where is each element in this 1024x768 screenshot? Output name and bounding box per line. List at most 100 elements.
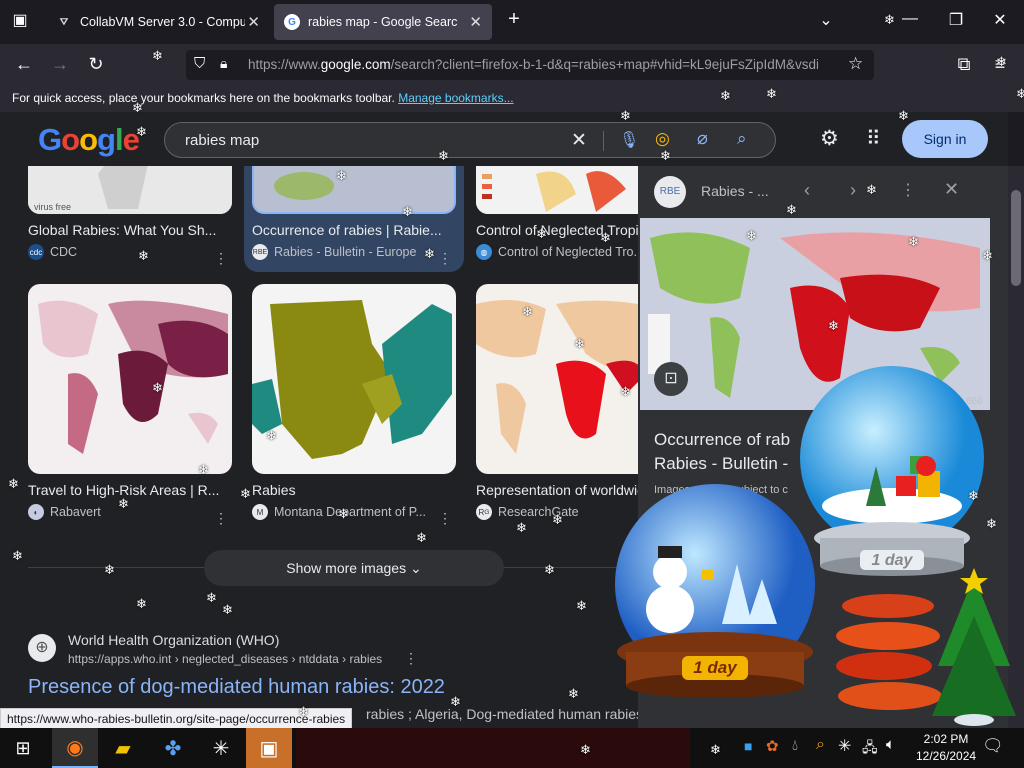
apps-grid-icon[interactable]: ⠿ bbox=[866, 126, 881, 151]
lock-icon[interactable]: 🔒︎ bbox=[220, 55, 227, 72]
lens-search-icon[interactable]: ◎ bbox=[655, 129, 670, 149]
search-icon[interactable]: ⌕ bbox=[737, 129, 747, 149]
settings-gear-icon[interactable]: ⚙ bbox=[820, 126, 839, 151]
list-tabs-icon[interactable]: ⌄ bbox=[814, 10, 838, 30]
image-card-selected[interactable]: Occurrence of rabies | Rabie... RBE Rabie… bbox=[252, 166, 456, 266]
notifications-icon[interactable]: 🗨︎ bbox=[982, 736, 1004, 756]
clock-date: 12/26/2024 bbox=[916, 749, 977, 763]
url-bar[interactable]: ⛉ 🔒︎ https://www.google.com/search?clien… bbox=[186, 50, 874, 80]
card-source: RBE Rabies - Bulletin - Europe bbox=[252, 244, 417, 260]
google-logo[interactable]: Google bbox=[38, 122, 140, 158]
world-map-thumbnail: virus free bbox=[28, 166, 232, 214]
extensions-icon[interactable]: ⧉ bbox=[952, 54, 976, 75]
menu-icon[interactable]: ≡ bbox=[988, 54, 1012, 75]
url-text: https://www.google.com/search?client=fir… bbox=[248, 57, 818, 72]
firefox-taskbar-icon[interactable]: ◉ bbox=[52, 728, 98, 768]
network-icon[interactable]: 🖧︎ bbox=[862, 737, 878, 761]
show-more-images-button[interactable]: Show more images ⌄ bbox=[204, 550, 504, 586]
back-icon[interactable]: ← bbox=[12, 54, 36, 75]
active-app-icon[interactable]: ▣ bbox=[246, 728, 292, 768]
result-title-link[interactable]: Presence of dog-mediated human rabies: 2… bbox=[28, 676, 445, 699]
card-title: Rabies bbox=[252, 482, 296, 498]
navigation-bar: ← → ↻ ⛉ 🔒︎ https://www.google.com/search… bbox=[0, 44, 1024, 86]
montana-icon: M bbox=[252, 504, 268, 520]
forward-icon[interactable]: → bbox=[48, 54, 72, 75]
next-icon[interactable]: › bbox=[850, 180, 856, 201]
panel-title-line1[interactable]: Occurrence of rab bbox=[654, 430, 790, 450]
firefox-view-icon[interactable]: ▣ bbox=[8, 10, 32, 30]
image-card[interactable]: virus free Global Rabies: What You Sh...… bbox=[28, 166, 232, 266]
tray-blue-square-icon[interactable]: ■ bbox=[744, 738, 752, 754]
card-source: M Montana Department of P... bbox=[252, 504, 456, 520]
panel-more-icon[interactable]: ⋮ bbox=[900, 180, 916, 200]
bookmarks-hint: For quick access, place your bookmarks h… bbox=[12, 91, 395, 105]
close-tab-icon[interactable]: ✕ bbox=[247, 13, 260, 31]
tab-collabvm[interactable]: ⛛ CollabVM Server 3.0 - Compute ✕ bbox=[46, 4, 270, 40]
result-snippet: rabies ; Algeria, Dog-mediated human rab… bbox=[366, 706, 644, 722]
scrollbar-thumb[interactable] bbox=[1011, 190, 1021, 286]
image-thumbnail[interactable]: virus free bbox=[28, 166, 232, 214]
christmas-tree-graphic bbox=[836, 568, 1016, 726]
more-options-icon[interactable]: ⋮ bbox=[214, 510, 228, 527]
chevron-down-icon: ⌄ bbox=[409, 560, 422, 576]
result-url: https://apps.who.int › neglected_disease… bbox=[68, 652, 383, 666]
close-tab-icon[interactable]: ✕ bbox=[469, 13, 482, 31]
close-panel-icon[interactable]: ✕ bbox=[944, 179, 959, 200]
new-tab-icon[interactable]: + bbox=[502, 8, 526, 31]
volume-icon[interactable]: 🔈︎ bbox=[886, 736, 895, 753]
minimize-icon[interactable]: — bbox=[898, 10, 922, 28]
starburst-app-icon[interactable]: ✳ bbox=[198, 728, 244, 768]
voice-search-icon[interactable]: 🎙︎ bbox=[619, 130, 639, 150]
tray-drop-icon[interactable]: 💧︎ bbox=[792, 737, 798, 754]
image-thumbnail[interactable] bbox=[252, 284, 456, 474]
close-window-icon[interactable]: ✕ bbox=[988, 10, 1012, 30]
previous-icon[interactable]: ‹ bbox=[804, 180, 810, 201]
more-options-icon[interactable]: ⋮ bbox=[438, 250, 452, 267]
card-title: Occurrence of rabies | Rabie... bbox=[252, 222, 442, 238]
tab-title: CollabVM Server 3.0 - Compute bbox=[80, 15, 245, 29]
manage-bookmarks-link[interactable]: Manage bookmarks... bbox=[398, 91, 513, 105]
tab-title: rabies map - Google Search bbox=[308, 15, 458, 29]
snow-globe-gifts: 1 day bbox=[796, 366, 992, 586]
taskbar-active-window[interactable] bbox=[296, 728, 690, 768]
rabies-occurrence-thumbnail bbox=[254, 166, 454, 212]
system-clock[interactable]: 2:02 PM 12/26/2024 bbox=[916, 731, 976, 765]
reload-icon[interactable]: ↻ bbox=[84, 54, 108, 75]
image-thumbnail[interactable] bbox=[28, 284, 232, 474]
more-options-icon[interactable]: ⋮ bbox=[438, 510, 452, 527]
result-more-icon[interactable]: ⋮ bbox=[404, 650, 418, 667]
app-icon[interactable]: ✤ bbox=[150, 728, 196, 768]
panel-title-line2[interactable]: Rabies - Bulletin - bbox=[654, 454, 788, 474]
google-header: Google rabies map ✕ 🎙︎ ◎ ⌀ ⌕ ⚙ ⠿ Sign in bbox=[0, 112, 1008, 166]
status-link-preview: https://www.who-rabies-bulletin.org/site… bbox=[0, 708, 353, 730]
maximize-icon[interactable]: ❐ bbox=[944, 10, 968, 30]
file-explorer-icon[interactable]: ▰ bbox=[100, 728, 146, 768]
researchgate-icon: RG bbox=[476, 504, 492, 520]
christmas-tree-decoration bbox=[828, 566, 1024, 728]
tray-color-icon[interactable]: ✿ bbox=[766, 737, 779, 755]
snow-globe-snowman: 1 day bbox=[612, 484, 822, 708]
tray-star-icon[interactable]: ✳ bbox=[838, 736, 851, 756]
result-site-name: World Health Organization (WHO) bbox=[68, 632, 280, 648]
tray-search-icon[interactable]: ⌕ bbox=[816, 736, 825, 754]
tab-bar: ▣ ⛛ CollabVM Server 3.0 - Compute ✕ G ra… bbox=[0, 0, 1024, 44]
google-favicon-icon: G bbox=[284, 14, 300, 30]
clear-search-icon[interactable]: ✕ bbox=[571, 129, 587, 152]
source-favicon-icon: RBE bbox=[654, 176, 686, 208]
lens-button-icon[interactable]: ⊡ bbox=[654, 362, 688, 396]
sign-in-button[interactable]: Sign in bbox=[902, 120, 988, 158]
image-card[interactable]: Rabies M Montana Department of P... ⋮ bbox=[252, 284, 456, 526]
image-card[interactable]: Travel to High-Risk Areas | R... ◐ Rabave… bbox=[28, 284, 232, 526]
rabavert-icon: ◐ bbox=[28, 504, 44, 520]
card-title: Travel to High-Risk Areas | R... bbox=[28, 482, 220, 498]
tab-google-search[interactable]: G rabies map - Google Search ✕ bbox=[274, 4, 492, 40]
bookmark-star-icon[interactable]: ☆ bbox=[848, 54, 863, 74]
svg-text:virus free: virus free bbox=[34, 202, 71, 212]
shield-icon[interactable]: ⛉ bbox=[194, 55, 205, 72]
start-button[interactable]: ⊞ bbox=[0, 728, 46, 768]
more-options-icon[interactable]: ⋮ bbox=[214, 250, 228, 267]
attach-icon[interactable]: ⌀ bbox=[697, 128, 708, 149]
screen: ▣ ⛛ CollabVM Server 3.0 - Compute ✕ G ra… bbox=[0, 0, 1024, 768]
search-input[interactable]: rabies map ✕ 🎙︎ ◎ ⌀ ⌕ bbox=[164, 122, 776, 158]
image-thumbnail[interactable] bbox=[252, 166, 456, 214]
